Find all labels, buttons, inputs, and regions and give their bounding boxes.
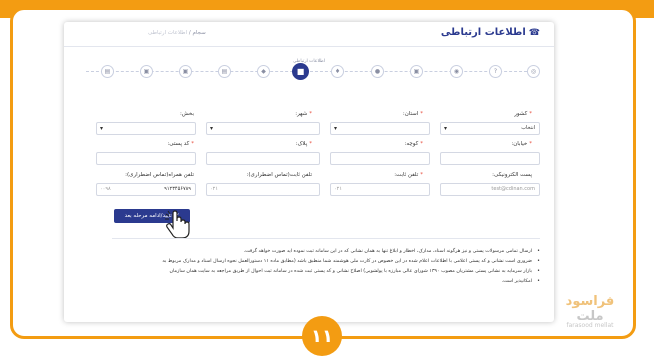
city-select[interactable]: ▾ <box>206 122 320 135</box>
chevron-down-icon: ▾ <box>100 125 104 132</box>
province-select[interactable]: ▾ <box>330 122 430 135</box>
note-item-continued: امکانپذیر است. <box>112 277 540 287</box>
city-label: *شهر: <box>295 111 312 117</box>
alley-label: *کوچه: <box>404 141 423 147</box>
page-title-text: اطلاعات ارتباطی <box>440 27 526 38</box>
step4-icon[interactable]: ▣ <box>410 65 423 78</box>
step3-icon[interactable]: ◉ <box>450 65 463 78</box>
emergency-fixed-input[interactable]: ۰۲۱ <box>206 183 320 196</box>
page-title: ☎اطلاعات ارتباطی <box>441 27 540 38</box>
step2-icon[interactable]: ? <box>489 65 502 78</box>
breadcrumb-home[interactable]: سجام <box>192 30 205 36</box>
notes-list: ارسال تمامی مرسولات پستی و نیز هرگونه اس… <box>112 238 540 287</box>
step12-icon[interactable]: ▤ <box>101 65 114 78</box>
chevron-down-icon: ▾ <box>210 125 214 132</box>
emergency-mobile-input[interactable]: ۹۱۲۳۴۵۶۷۸۹ ۰۰۹۸ <box>96 183 196 196</box>
brand-logo: فراسود ملت farasood mellat <box>555 294 625 329</box>
emergency-fixed-label: تلفن ثابت(تماس اضطراری): <box>246 172 312 178</box>
country-label: *کشور <box>514 111 532 117</box>
plaque-label: *پلاک: <box>295 141 312 147</box>
breadcrumb-separator: / <box>188 30 191 36</box>
step10-icon[interactable]: ▣ <box>179 65 192 78</box>
district-select[interactable]: ▾ <box>96 122 196 135</box>
hand-cursor-icon <box>165 210 190 239</box>
step8-icon[interactable]: ◆ <box>257 65 270 78</box>
street-label: *خیابان: <box>511 141 532 147</box>
province-label: *استان: <box>402 111 423 117</box>
country-select[interactable]: انتخاب ▾ <box>440 122 540 135</box>
plaque-input[interactable] <box>206 152 320 165</box>
email-label: پست الکترونیکی: <box>492 172 532 178</box>
card-header: ☎اطلاعات ارتباطی سجام / اطلاعات ارتباطی <box>64 22 554 47</box>
step7-icon[interactable]: ■ <box>292 63 309 80</box>
note-item-continued: بازار سرمایه به نشانی پستی مشتریان مصوب … <box>112 267 540 277</box>
breadcrumb: سجام / اطلاعات ارتباطی <box>148 30 206 36</box>
street-input[interactable] <box>440 152 540 165</box>
note-item: ارسال تمامی مرسولات پستی و نیز هرگونه اس… <box>112 247 540 257</box>
alley-input[interactable] <box>330 152 430 165</box>
step5-icon[interactable]: ● <box>371 65 384 78</box>
step-number-badge: ۱۱ <box>302 316 342 356</box>
emergency-mobile-label: تلفن همراه(تماس اضطراری): <box>125 172 194 178</box>
fixed-phone-label: *تلفن ثابت: <box>394 172 423 178</box>
breadcrumb-current: اطلاعات ارتباطی <box>148 30 188 36</box>
postal-label: *کد پستی: <box>167 141 194 147</box>
phone-icon: ☎ <box>528 28 540 38</box>
step1-icon[interactable]: ◎ <box>527 65 540 78</box>
district-label: بخش: <box>180 111 194 117</box>
step9-icon[interactable]: ▤ <box>218 65 231 78</box>
chevron-down-icon: ▾ <box>334 125 338 132</box>
email-input[interactable]: test@cdinan.com <box>440 183 540 196</box>
note-item: ضروری است نشانی و کد پستی اعلامی با اطلا… <box>112 257 540 267</box>
step11-icon[interactable]: ▣ <box>140 65 153 78</box>
postal-input[interactable] <box>96 152 196 165</box>
fixed-phone-input[interactable]: ۰۲۱ <box>330 183 430 196</box>
form-card: ☎اطلاعات ارتباطی سجام / اطلاعات ارتباطی … <box>64 22 554 322</box>
brand-fa-main: فراسود <box>565 294 615 309</box>
chevron-down-icon: ▾ <box>444 125 448 132</box>
step6-icon[interactable]: ♦ <box>331 65 344 78</box>
progress-steps: اطلاعات ارتباطی ◎ ? ◉ ▣ ● ♦ ■ ◆ ▤ ▣ ▣ ▤ <box>78 59 540 84</box>
brand-en: farasood mellat <box>566 322 614 329</box>
